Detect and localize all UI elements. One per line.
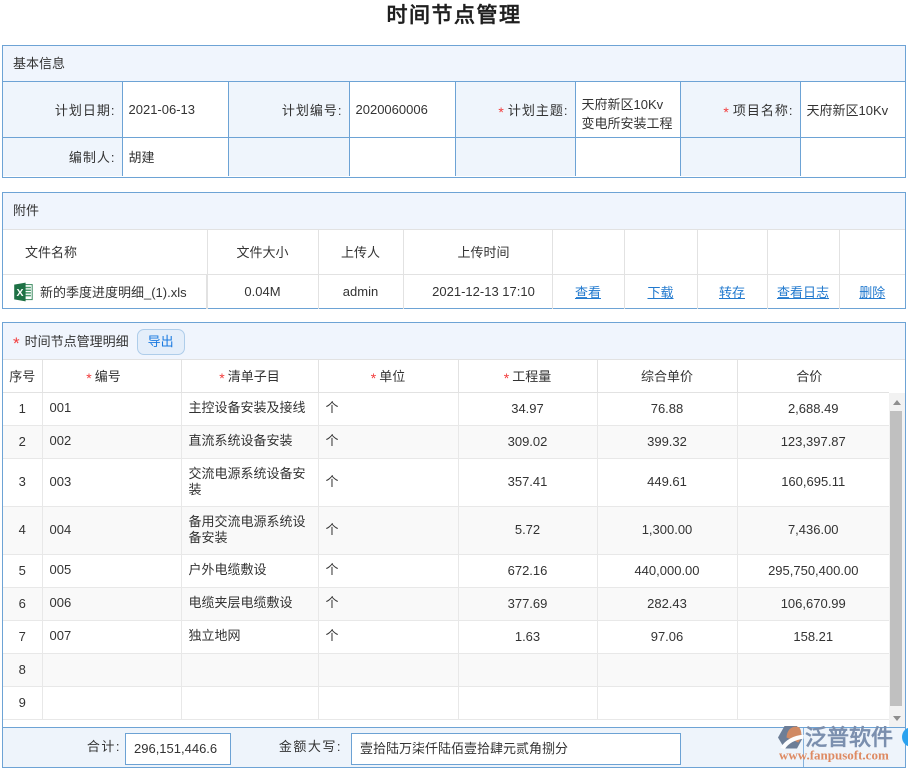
svg-text:X: X xyxy=(16,287,23,299)
svg-text:泛普软件: 泛普软件 xyxy=(805,725,893,750)
svg-text:www.fanpusoft.com: www.fanpusoft.com xyxy=(779,748,889,763)
